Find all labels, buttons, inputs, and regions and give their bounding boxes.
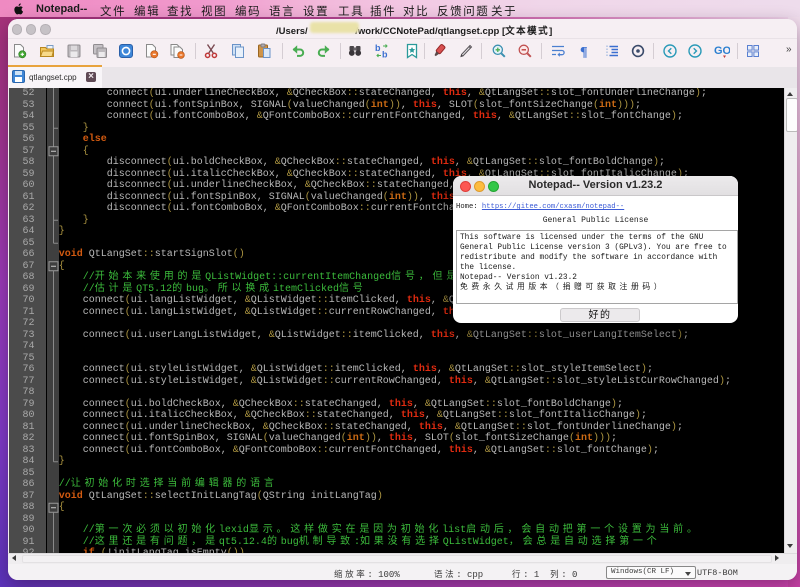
svg-text:¶: ¶ bbox=[580, 45, 588, 59]
svg-text:b: b bbox=[375, 43, 381, 53]
svg-text:GO: GO bbox=[714, 45, 730, 57]
svg-text:b: b bbox=[382, 50, 388, 60]
